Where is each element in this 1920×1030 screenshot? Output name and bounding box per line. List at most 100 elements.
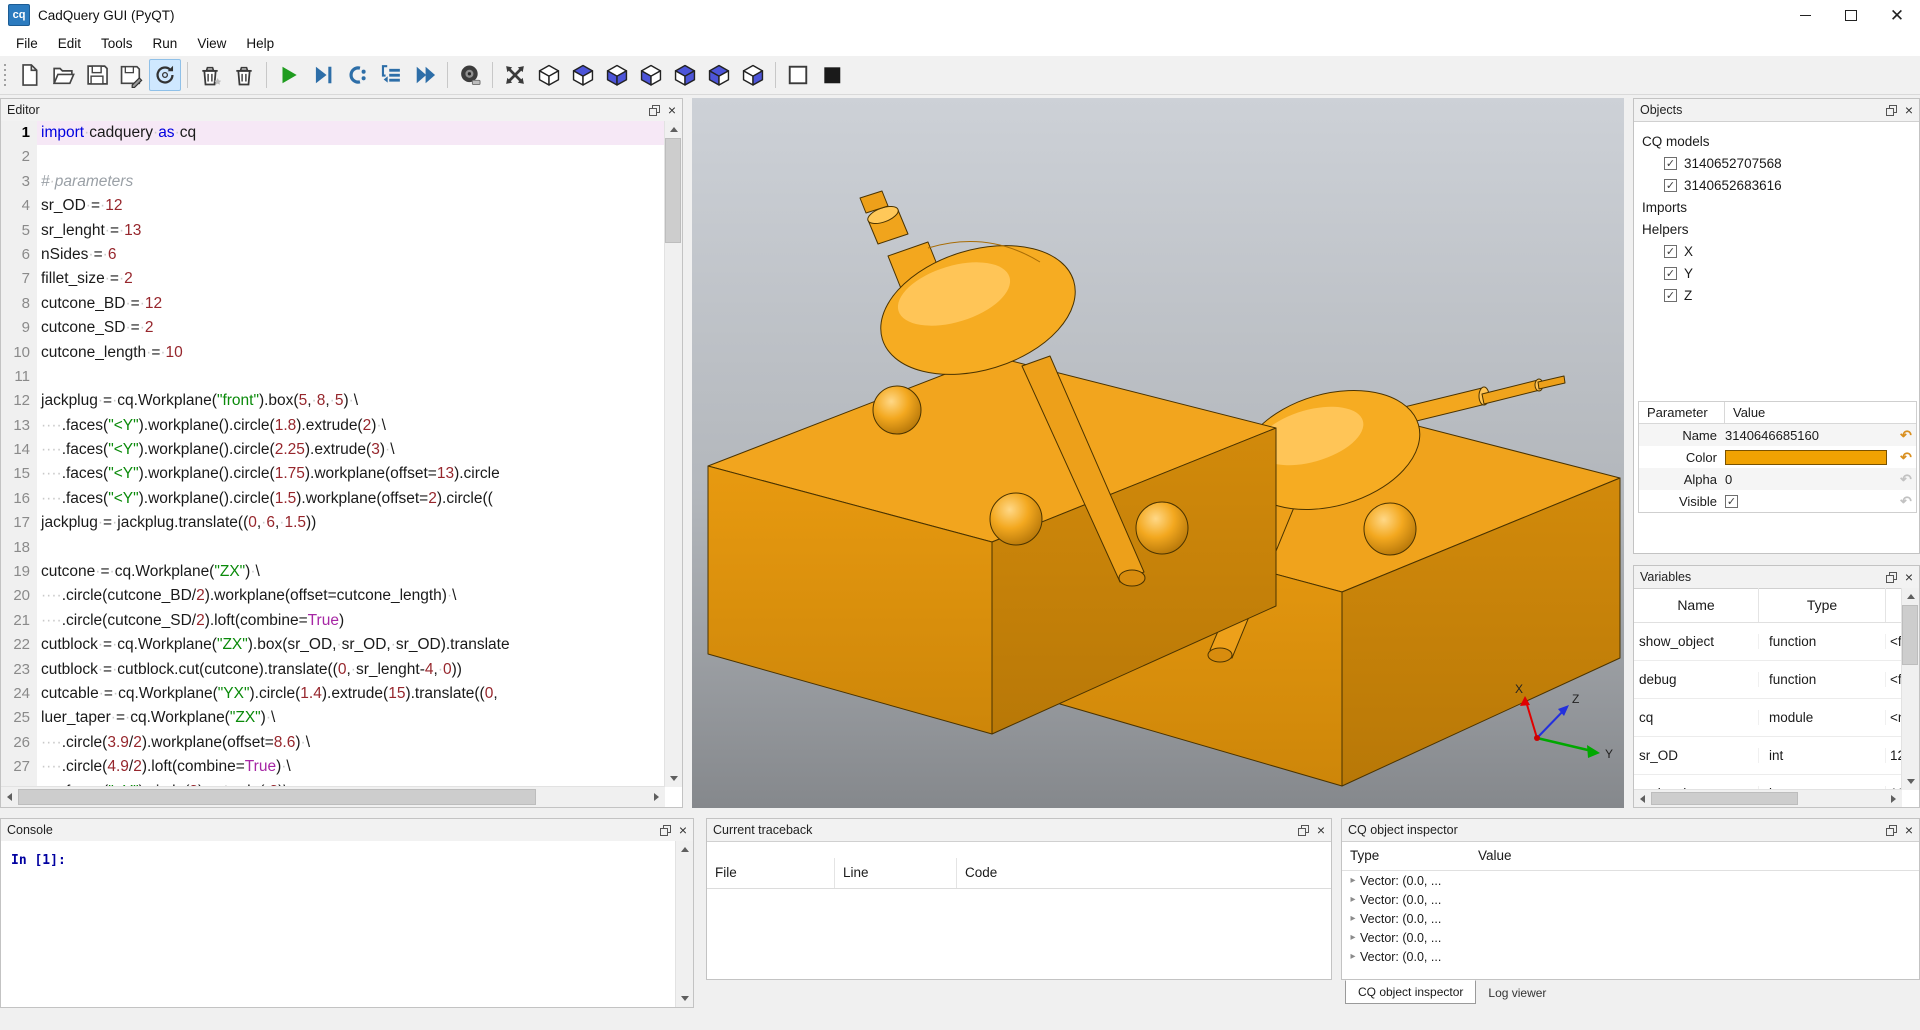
tree-group-cq-models[interactable]: CQ models bbox=[1634, 130, 1919, 152]
save-button[interactable] bbox=[81, 59, 113, 91]
debug-button[interactable] bbox=[307, 59, 339, 91]
cq-model-label[interactable]: 3140652707568 bbox=[1684, 156, 1782, 171]
fit-view-button[interactable] bbox=[499, 59, 531, 91]
code-line[interactable]: 7fillet_size·=·2 bbox=[1, 267, 665, 291]
code-line[interactable]: 12jackplug·=·cq.Workplane("front").box(5… bbox=[1, 389, 665, 413]
scrollbar-thumb[interactable] bbox=[1651, 792, 1798, 805]
variable-row[interactable]: cqmodule<m bbox=[1634, 699, 1902, 737]
inspector-row[interactable]: ▸Vector: (0.0, ... bbox=[1342, 928, 1919, 947]
maximize-button[interactable] bbox=[1828, 0, 1874, 30]
code-line[interactable]: 22cutblock·=·cq.Workplane("ZX").box(sr_O… bbox=[1, 633, 665, 657]
render-button[interactable] bbox=[273, 59, 305, 91]
close-panel-icon[interactable]: × bbox=[679, 823, 687, 837]
close-panel-icon[interactable]: × bbox=[1905, 570, 1913, 584]
expand-chevron-icon[interactable]: ▸ bbox=[1346, 951, 1360, 962]
close-panel-icon[interactable]: × bbox=[1317, 823, 1325, 837]
code-line[interactable]: 19cutcone·=·cq.Workplane("ZX")·\ bbox=[1, 560, 665, 584]
code-line[interactable]: 16····.faces("<Y").workplane().circle(1.… bbox=[1, 487, 665, 511]
checkbox[interactable] bbox=[1664, 289, 1677, 302]
3d-viewport[interactable]: X Z Y bbox=[692, 98, 1624, 808]
variable-row[interactable]: show_objectfunction<f bbox=[1634, 623, 1902, 661]
toolbar-drag-handle[interactable] bbox=[2, 61, 8, 89]
code-line[interactable]: 6nSides·=·6 bbox=[1, 243, 665, 267]
expand-chevron-icon[interactable]: ▸ bbox=[1346, 894, 1360, 905]
tab-cq-object-inspector[interactable]: CQ object inspector bbox=[1345, 980, 1476, 1004]
float-panel-icon[interactable] bbox=[1886, 572, 1897, 583]
scroll-right-icon[interactable] bbox=[1885, 790, 1902, 807]
code-line[interactable]: 13····.faces("<Y").workplane().circle(1.… bbox=[1, 414, 665, 438]
code-line[interactable]: 25luer_taper·=·cq.Workplane("ZX")·\ bbox=[1, 706, 665, 730]
parameter-value[interactable]: 3140646685160 bbox=[1725, 428, 1819, 443]
code-line[interactable]: 1import·cadquery·as·cq bbox=[1, 121, 665, 145]
checkbox[interactable] bbox=[1664, 179, 1677, 192]
view-iso-button[interactable] bbox=[533, 59, 565, 91]
close-panel-icon[interactable]: × bbox=[1905, 103, 1913, 117]
scroll-down-icon[interactable] bbox=[1902, 773, 1919, 790]
float-panel-icon[interactable] bbox=[1886, 105, 1897, 116]
close-button[interactable]: ✕ bbox=[1874, 0, 1920, 30]
code-line[interactable]: 23cutblock·=·cutblock.cut(cutcone).trans… bbox=[1, 658, 665, 682]
console-vertical-scrollbar[interactable] bbox=[675, 841, 693, 1007]
menu-file[interactable]: File bbox=[6, 36, 48, 51]
code-line[interactable]: 3#·parameters bbox=[1, 170, 665, 194]
view-right-button[interactable] bbox=[737, 59, 769, 91]
helper-label[interactable]: Y bbox=[1684, 266, 1693, 281]
code-line[interactable]: 18 bbox=[1, 536, 665, 560]
view-back-button[interactable] bbox=[669, 59, 701, 91]
variable-row[interactable]: sr_lenghtint13 bbox=[1634, 775, 1902, 790]
float-panel-icon[interactable] bbox=[1298, 825, 1309, 836]
code-line[interactable]: 24cutcable·=·cq.Workplane("YX").circle(1… bbox=[1, 682, 665, 706]
close-panel-icon[interactable]: × bbox=[668, 103, 676, 117]
float-panel-icon[interactable] bbox=[1886, 825, 1897, 836]
editor-vertical-scrollbar[interactable] bbox=[664, 121, 682, 787]
close-panel-icon[interactable]: × bbox=[1905, 823, 1913, 837]
view-top-button[interactable] bbox=[567, 59, 599, 91]
menu-run[interactable]: Run bbox=[143, 36, 188, 51]
scroll-down-icon[interactable] bbox=[665, 770, 682, 787]
tab-log-viewer[interactable]: Log viewer bbox=[1476, 982, 1558, 1004]
minimize-button[interactable] bbox=[1782, 0, 1828, 30]
screenshot-button[interactable] bbox=[454, 59, 486, 91]
checkbox[interactable] bbox=[1664, 267, 1677, 280]
undo-icon[interactable]: ↶ bbox=[1896, 493, 1916, 510]
code-line[interactable]: 17jackplug·=·jackplug.translate((0,·6,·1… bbox=[1, 511, 665, 535]
helper-label[interactable]: Z bbox=[1684, 288, 1692, 303]
code-line[interactable]: 5sr_lenght·=·13 bbox=[1, 219, 665, 243]
parameter-value[interactable]: 0 bbox=[1725, 472, 1732, 487]
undo-icon[interactable]: ↶ bbox=[1896, 471, 1916, 488]
new-file-button[interactable] bbox=[13, 59, 45, 91]
menu-edit[interactable]: Edit bbox=[48, 36, 91, 51]
undo-icon[interactable]: ↶ bbox=[1896, 449, 1916, 466]
menu-tools[interactable]: Tools bbox=[91, 36, 143, 51]
code-line[interactable]: 10cutcone_length·=·10 bbox=[1, 341, 665, 365]
visible-checkbox[interactable] bbox=[1725, 495, 1738, 508]
step-button[interactable] bbox=[375, 59, 407, 91]
tree-group-helpers[interactable]: Helpers bbox=[1634, 218, 1919, 240]
shaded-button[interactable] bbox=[816, 59, 848, 91]
scroll-left-icon[interactable] bbox=[1634, 790, 1651, 807]
console-button[interactable] bbox=[341, 59, 373, 91]
code-editor[interactable]: 1import·cadquery·as·cq23#·parameters4sr_… bbox=[1, 121, 665, 787]
scroll-up-icon[interactable] bbox=[676, 841, 693, 858]
inspector-row[interactable]: ▸Vector: (0.0, ... bbox=[1342, 909, 1919, 928]
code-line[interactable]: 8cutcone_BD·=·12 bbox=[1, 292, 665, 316]
view-front-button[interactable] bbox=[635, 59, 667, 91]
color-swatch[interactable] bbox=[1725, 450, 1887, 465]
code-line[interactable]: 11 bbox=[1, 365, 665, 389]
float-panel-icon[interactable] bbox=[660, 825, 671, 836]
open-file-button[interactable] bbox=[47, 59, 79, 91]
continue-button[interactable] bbox=[409, 59, 441, 91]
scrollbar-thumb[interactable] bbox=[18, 789, 536, 805]
menu-help[interactable]: Help bbox=[236, 36, 284, 51]
code-line[interactable]: 14····.faces("<Y").workplane().circle(2.… bbox=[1, 438, 665, 462]
code-line[interactable]: 27····.circle(4.9/2).loft(combine=True)·… bbox=[1, 755, 665, 779]
code-line[interactable]: 2 bbox=[1, 145, 665, 169]
delete-current-button[interactable] bbox=[194, 59, 226, 91]
editor-horizontal-scrollbar[interactable] bbox=[1, 786, 665, 807]
cq-model-label[interactable]: 3140652683616 bbox=[1684, 178, 1782, 193]
expand-chevron-icon[interactable]: ▸ bbox=[1346, 913, 1360, 924]
scrollbar-thumb[interactable] bbox=[1902, 605, 1918, 665]
scroll-left-icon[interactable] bbox=[1, 789, 18, 806]
tree-group-imports[interactable]: Imports bbox=[1634, 196, 1919, 218]
scroll-up-icon[interactable] bbox=[1902, 588, 1919, 605]
